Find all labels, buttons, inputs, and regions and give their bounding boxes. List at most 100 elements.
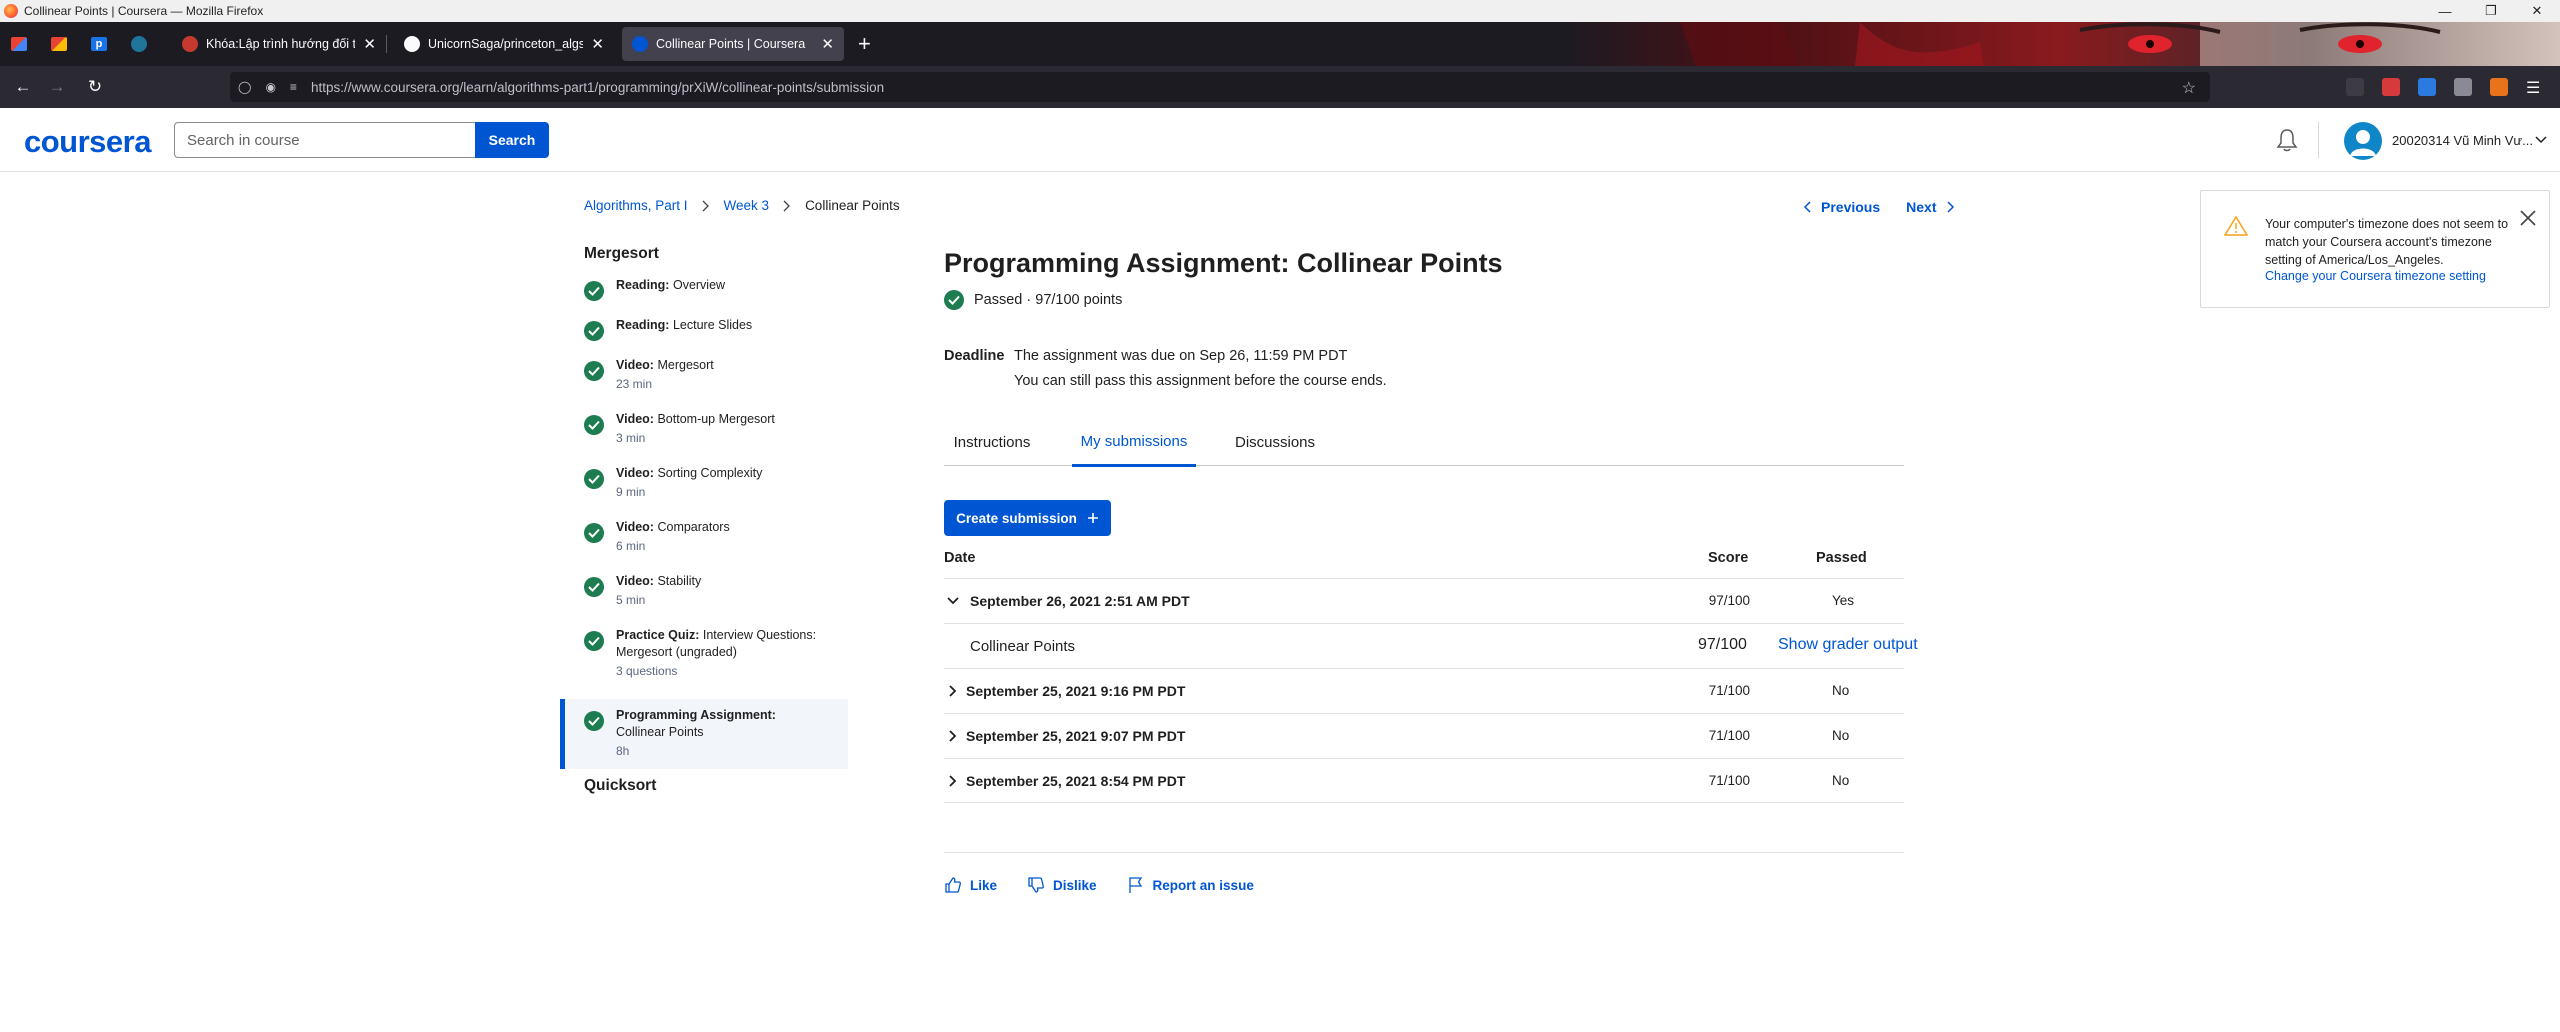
lock-icon[interactable]: ◉	[265, 80, 275, 94]
menu-icon[interactable]: ☰	[2526, 78, 2544, 97]
tab-course[interactable]: Khóa:Lập trình hướng đối tượn... ✕	[172, 27, 387, 61]
check-circle-icon	[584, 523, 604, 543]
breadcrumb-course-link[interactable]: Algorithms, Part I	[584, 198, 688, 213]
part-name: Collinear Points	[970, 638, 1076, 655]
table-row[interactable]: September 25, 2021 9:07 PM PDT 71/100 No	[944, 713, 1904, 758]
pinned-tab-gmail-1[interactable]	[2, 31, 36, 57]
chevron-down-icon[interactable]	[946, 594, 960, 608]
gmail-icon	[11, 37, 27, 51]
outline-item-lecture-slides[interactable]: Reading: Lecture Slides	[560, 317, 848, 357]
chevron-right-icon[interactable]	[946, 774, 960, 788]
table-row[interactable]: September 26, 2021 2:51 AM PDT 97/100 Ye…	[944, 578, 1904, 623]
search-button[interactable]: Search	[475, 122, 549, 158]
breadcrumb-current: Collinear Points	[805, 198, 900, 213]
avatar[interactable]	[2344, 122, 2382, 160]
reload-icon[interactable]: ↻	[84, 77, 106, 97]
check-circle-icon	[584, 711, 604, 731]
outline-item-interview-questions[interactable]: Practice Quiz: Interview Questions: Merg…	[560, 627, 848, 699]
check-circle-icon	[584, 361, 604, 381]
outline-item-collinear-points[interactable]: Programming Assignment: Collinear Points …	[560, 699, 848, 769]
column-header-date: Date	[944, 550, 976, 566]
search-input[interactable]	[174, 122, 476, 158]
notification-bell-icon[interactable]	[2276, 128, 2298, 152]
create-submission-button[interactable]: Create submission	[944, 500, 1111, 536]
outline-item-bottom-up-mergesort[interactable]: Video: Bottom-up Mergesort 3 min	[560, 411, 848, 465]
next-button[interactable]: Next	[1906, 199, 1954, 215]
check-circle-icon	[584, 469, 604, 489]
tab-github[interactable]: UnicornSaga/princeton_algs4 ✕	[394, 27, 614, 61]
breadcrumb-week-link[interactable]: Week 3	[724, 198, 770, 213]
new-tab-button[interactable]: +	[858, 33, 871, 55]
chevron-right-icon[interactable]	[946, 684, 960, 698]
bookmark-star-icon[interactable]: ☆	[2182, 78, 2196, 98]
window-titlebar: Collinear Points | Coursera — Mozilla Fi…	[0, 0, 2560, 22]
extension-gray-icon[interactable]	[2454, 78, 2472, 96]
show-grader-output-link[interactable]: Show grader output	[1778, 636, 1918, 654]
table-row[interactable]: September 25, 2021 8:54 PM PDT 71/100 No	[944, 758, 1904, 803]
plus-icon	[1087, 512, 1099, 524]
tab-strip: p Khóa:Lập trình hướng đối tượn... ✕ Uni…	[0, 22, 2560, 66]
dislike-button[interactable]: Dislike	[1027, 876, 1097, 894]
coursera-logo[interactable]: coursera	[24, 124, 151, 160]
deadline-note: You can still pass this assignment befor…	[1014, 373, 1387, 389]
check-circle-icon	[584, 577, 604, 597]
tab-coursera-active[interactable]: Collinear Points | Coursera ✕	[622, 27, 844, 61]
thumbs-down-icon	[1027, 876, 1045, 894]
timezone-banner: Your computer's timezone does not seem t…	[2200, 190, 2550, 308]
feedback-bar: Like Dislike Report an issue	[944, 876, 1284, 894]
close-tab-icon[interactable]: ✕	[363, 35, 376, 53]
warning-icon	[2223, 215, 2249, 237]
column-header-score: Score	[1708, 550, 1749, 566]
thumbs-up-icon	[944, 876, 962, 894]
p-app-icon: p	[91, 37, 107, 51]
close-window-button[interactable]: ✕	[2514, 0, 2560, 22]
timezone-settings-link[interactable]: Change your Coursera timezone setting	[2265, 269, 2486, 283]
previous-button[interactable]: Previous	[1803, 199, 1880, 215]
restore-button[interactable]: ❐	[2468, 0, 2514, 22]
chevron-right-icon[interactable]	[946, 729, 960, 743]
back-arrow-icon[interactable]: ←	[12, 77, 34, 97]
outline-item-sorting-complexity[interactable]: Video: Sorting Complexity 9 min	[560, 465, 848, 519]
coursera-favicon-icon	[632, 36, 648, 52]
outline-item-stability[interactable]: Video: Stability 5 min	[560, 573, 848, 627]
table-row[interactable]: September 25, 2021 9:16 PM PDT 71/100 No	[944, 668, 1904, 713]
pinned-tab-gmail-2[interactable]	[42, 31, 76, 57]
github-icon	[404, 36, 420, 52]
outline-item-overview[interactable]: Reading: Overview	[560, 277, 848, 317]
tab-discussions[interactable]: Discussions	[1226, 418, 1324, 466]
section-title-mergesort[interactable]: Mergesort	[584, 245, 848, 263]
pinned-tab-p[interactable]: p	[82, 31, 116, 57]
chevron-left-icon	[1803, 201, 1811, 213]
user-name[interactable]: 20020314 Vũ Minh Vư...	[2392, 133, 2533, 148]
shield-icon[interactable]: ◯	[238, 80, 251, 94]
pinned-tab-wordpress[interactable]	[122, 31, 156, 57]
close-tab-icon[interactable]: ✕	[591, 35, 604, 53]
url-text[interactable]: https://www.coursera.org/learn/algorithm…	[311, 80, 884, 95]
pass-status-text: Passed · 97/100 points	[974, 292, 1123, 308]
extension-fox-icon[interactable]	[2490, 78, 2508, 96]
site-header: coursera Search 20020314 Vũ Minh Vư...	[0, 108, 2560, 172]
close-icon[interactable]	[2519, 209, 2537, 227]
check-circle-icon	[944, 290, 964, 310]
outline-item-mergesort-video[interactable]: Video: Mergesort 23 min	[560, 357, 848, 411]
permissions-icon[interactable]: ≡	[290, 80, 297, 94]
outline-item-comparators[interactable]: Video: Comparators 6 min	[560, 519, 848, 573]
forward-arrow-icon[interactable]: →	[46, 77, 68, 97]
pocket-icon[interactable]	[2346, 78, 2364, 96]
chevron-down-icon[interactable]	[2535, 135, 2547, 145]
report-issue-button[interactable]: Report an issue	[1127, 876, 1254, 894]
section-title-quicksort[interactable]: Quicksort	[584, 777, 848, 795]
close-tab-icon[interactable]: ✕	[821, 35, 834, 53]
gmail-icon	[51, 37, 67, 51]
extension-red-icon[interactable]	[2382, 78, 2400, 96]
tab-my-submissions[interactable]: My submissions	[1072, 418, 1196, 467]
tab-instructions[interactable]: Instructions	[944, 418, 1040, 466]
address-bar[interactable]: ◯ ◉ ≡ https://www.coursera.org/learn/alg…	[230, 72, 2210, 102]
minimize-button[interactable]: —	[2422, 0, 2468, 22]
breadcrumb: Algorithms, Part I Week 3 Collinear Poin…	[584, 198, 900, 213]
extension-blue-icon[interactable]	[2418, 78, 2436, 96]
column-header-passed: Passed	[1816, 550, 1867, 566]
chevron-right-icon	[783, 200, 791, 212]
firefox-icon	[4, 4, 18, 18]
like-button[interactable]: Like	[944, 876, 997, 894]
